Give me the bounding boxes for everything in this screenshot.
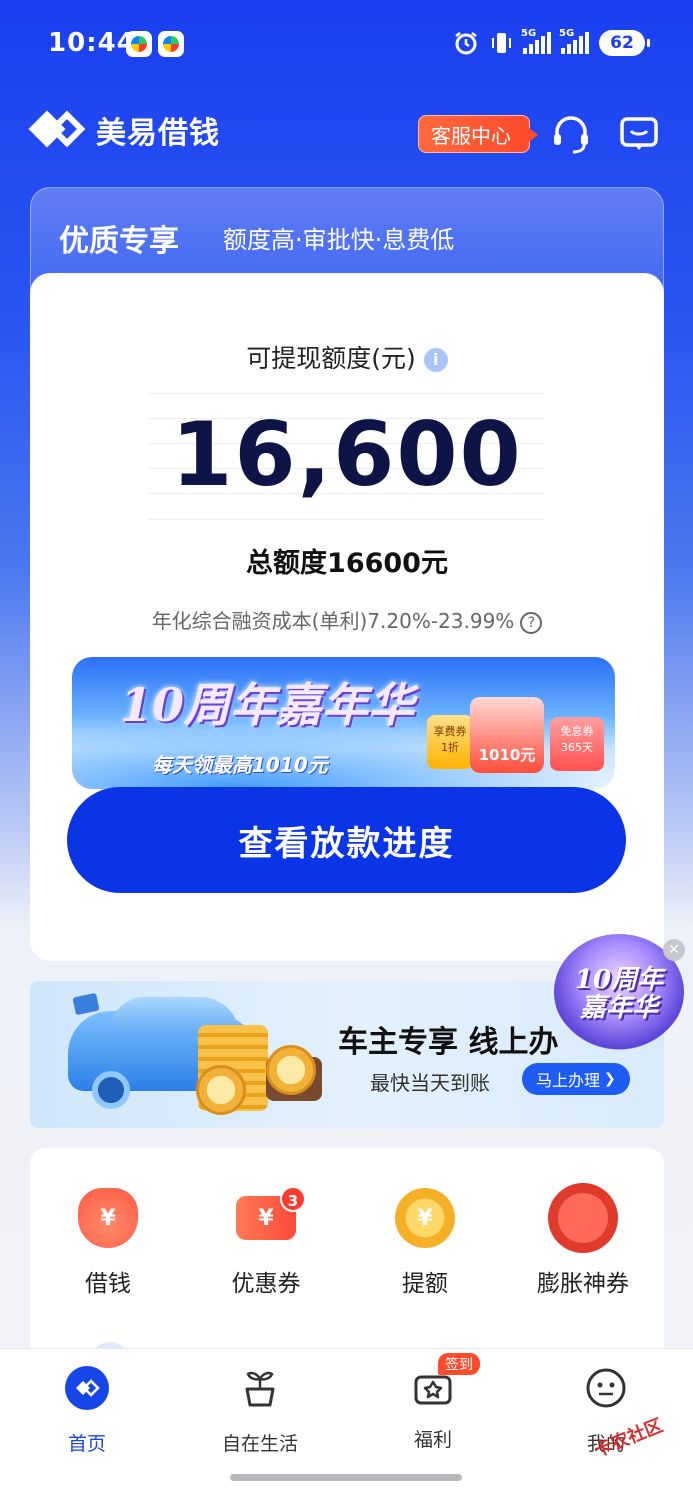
limit-label: 可提现额度(元) i [30, 339, 664, 375]
rate-note-text: 年化综合融资成本(单利)7.20%-23.99% [151, 609, 515, 633]
message-icon[interactable] [617, 112, 661, 156]
quick-menu-label: 优惠券 [231, 1271, 301, 1297]
red-envelope-icon [548, 1183, 618, 1253]
credit-card: 可提现额度(元) i 16,600 总额度16600元 年化综合融资成本(单利)7… [30, 273, 664, 961]
float-badge-text: 10周年 嘉年华 [574, 965, 664, 1023]
available-amount: 16,600 [171, 403, 523, 506]
app-notification-icon [126, 31, 152, 57]
promo-title: 优质专享 [59, 224, 179, 259]
coupon-count-badge: 3 [280, 1186, 306, 1212]
quick-menu-coupons[interactable]: ¥3 优惠券 [201, 1186, 331, 1298]
quick-menu-label: 借钱 [85, 1271, 131, 1297]
info-icon[interactable]: i [423, 348, 448, 372]
question-icon[interactable]: ? [520, 612, 543, 634]
alarm-icon [455, 32, 477, 55]
chevron-right-icon: ❯ [604, 1071, 616, 1087]
tab-life-label: 自在生活 [221, 1433, 298, 1455]
quick-menu-label: 膨胀神券 [537, 1271, 629, 1297]
discount-coupon-icon: 享费券 1折 [427, 715, 473, 769]
cell-signal-2-icon: 5G [559, 28, 589, 54]
home-logo-icon [65, 1366, 109, 1410]
limit-label-text: 可提现额度(元) [246, 344, 416, 373]
coin-up-icon: ¥ [395, 1188, 455, 1248]
headset-icon[interactable] [549, 112, 593, 156]
brand-logo-icon [28, 110, 86, 148]
red-packet-icon: 1010元 [470, 697, 544, 773]
close-icon[interactable]: ✕ [663, 939, 685, 961]
plant-icon [245, 1371, 275, 1407]
tab-life[interactable]: 自在生活 [200, 1365, 320, 1456]
anniversary-banner[interactable]: 10周年嘉年华 每天领最高1010元 享费券 1折 1010元 免息券 365天 [72, 657, 615, 789]
view-loan-progress-button[interactable]: 查看放款进度 [67, 787, 626, 893]
app-notification-icon [158, 31, 184, 57]
coin-icon [196, 1065, 246, 1115]
banner-subtitle: 每天领最高1010元 [152, 753, 328, 777]
quick-menu-borrow[interactable]: ¥ 借钱 [43, 1188, 173, 1298]
coupon-icon: ¥3 [236, 1186, 306, 1240]
gift-icon-wrapper: 签到 [410, 1353, 480, 1411]
vibrate-icon [492, 33, 511, 53]
status-bar: 10:44 5G 5G 62 [0, 0, 693, 90]
promo-subtitle: 额度高·审批快·息费低 [223, 226, 455, 254]
cell-signal-1-icon: 5G [521, 28, 551, 54]
wheel-icon [92, 1071, 130, 1109]
profile-face-icon [586, 1368, 626, 1408]
total-limit: 总额度16600元 [246, 548, 448, 579]
banner-title: 10周年嘉年华 [120, 678, 415, 732]
money-bag-icon: ¥ [78, 1188, 138, 1248]
apply-now-button[interactable]: 马上办理 ❯ [522, 1063, 630, 1095]
car-banner-title: 车主专享 线上办 [338, 1025, 559, 1060]
rate-note: 年化综合融资成本(单利)7.20%-23.99%? [30, 605, 664, 634]
customer-service-button[interactable]: 客服中心 [418, 115, 538, 153]
quick-menu: ¥ 借钱 ¥3 优惠券 ¥ 提额 膨胀神券 [30, 1148, 664, 1368]
coin-icon [266, 1045, 316, 1095]
tab-home[interactable]: 首页 [27, 1365, 147, 1456]
home-indicator[interactable] [230, 1474, 462, 1481]
system-icons: 5G 5G 62 [453, 28, 650, 56]
app-name: 美易借钱 [96, 116, 220, 151]
status-time: 10:44 [48, 28, 136, 58]
apply-now-label: 马上办理 [536, 1071, 601, 1090]
tab-welfare-label: 福利 [413, 1429, 452, 1451]
tab-home-label: 首页 [67, 1433, 106, 1455]
interest-free-coupon-icon: 免息券 365天 [550, 717, 604, 771]
quick-menu-label: 提额 [402, 1271, 448, 1297]
tab-welfare[interactable]: 签到 福利 [373, 1353, 493, 1452]
quick-menu-raise-limit[interactable]: ¥ 提额 [360, 1188, 490, 1298]
sign-in-badge: 签到 [438, 1353, 480, 1375]
quick-menu-super-coupon[interactable]: 膨胀神券 [518, 1183, 648, 1298]
car-banner-subtitle: 最快当天到账 [370, 1071, 490, 1095]
bank-card-icon [72, 992, 100, 1016]
app-brand: 美易借钱 [28, 108, 220, 152]
battery-indicator: 62 [599, 30, 650, 56]
